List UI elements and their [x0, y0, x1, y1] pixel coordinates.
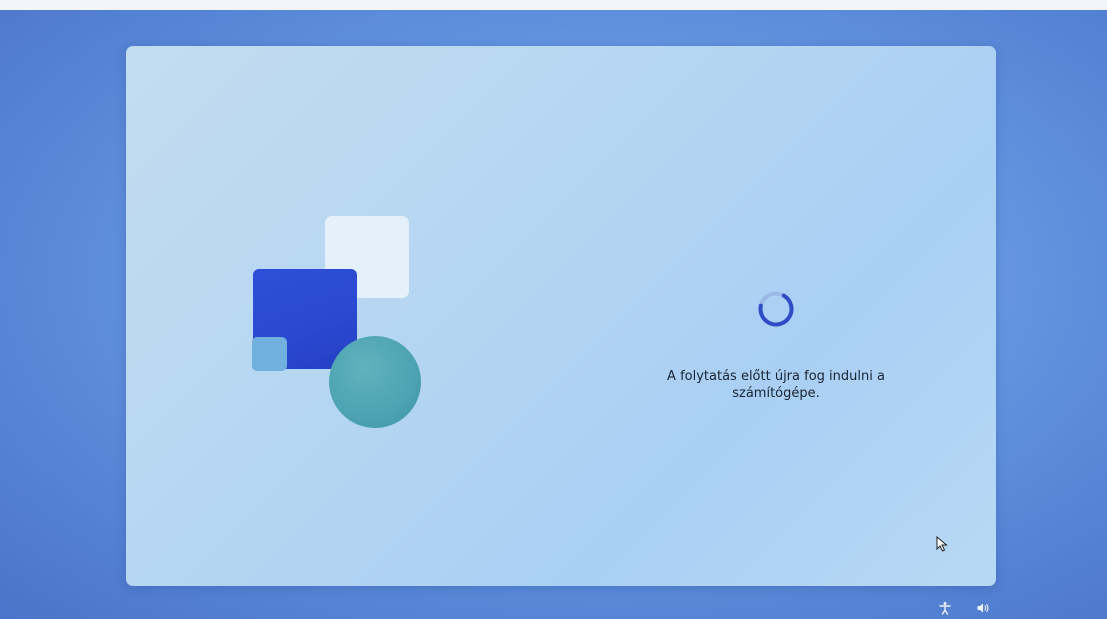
system-tray — [938, 600, 990, 616]
mouse-cursor-icon — [936, 536, 948, 552]
accessibility-icon[interactable] — [938, 601, 952, 615]
spinner-arc — [758, 291, 794, 327]
setup-window: A folytatás előtt újra fog indulni a szá… — [126, 46, 996, 586]
setup-illustration — [250, 214, 430, 429]
restart-status-message: A folytatás előtt újra fog indulni a szá… — [626, 368, 926, 402]
status-line-1: A folytatás előtt újra fog indulni a — [667, 369, 885, 384]
loading-spinner-icon — [758, 291, 794, 327]
illustration-small-square — [252, 337, 287, 371]
volume-icon[interactable] — [976, 601, 990, 615]
illustration-teal-circle — [329, 336, 421, 428]
screen-top-edge — [0, 0, 1107, 10]
status-line-2: számítógépe. — [732, 386, 820, 401]
